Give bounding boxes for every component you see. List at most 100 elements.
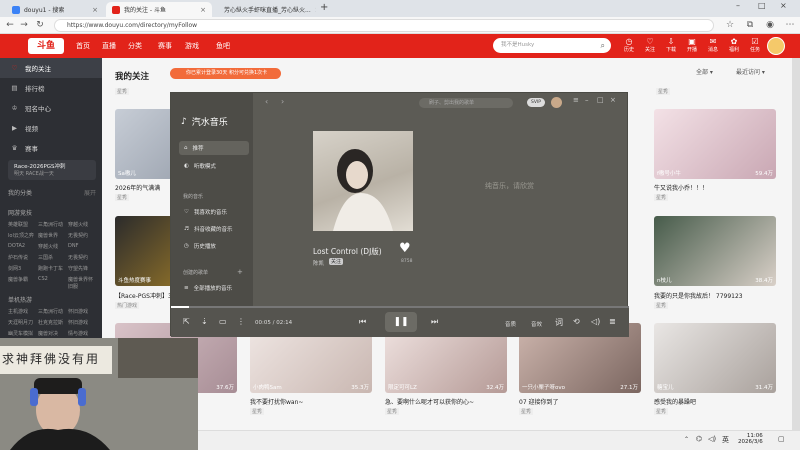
- follow-artist-button[interactable]: 关注: [329, 258, 344, 265]
- progress-track[interactable]: [171, 306, 629, 308]
- sort-dropdown[interactable]: 最近访问 ▾: [736, 67, 765, 76]
- share-icon[interactable]: ⇱: [183, 317, 190, 326]
- sidebar-promo[interactable]: Race-2026PGS冲刺 明天 RACE战一天: [8, 160, 96, 180]
- game-category-link[interactable]: lol云顶之弈: [8, 232, 36, 239]
- player-close-icon[interactable]: ×: [610, 96, 616, 104]
- follow-button[interactable]: ♡ 关注: [641, 37, 659, 54]
- broadcast-button[interactable]: ▣ 开播: [683, 37, 701, 54]
- player-nav-recommend[interactable]: ⌂ 推荐: [179, 141, 249, 155]
- sidebar-item-follow[interactable]: ♡ 我的关注: [0, 58, 102, 78]
- sidebar-item-events[interactable]: ♛ 赛事: [0, 138, 102, 158]
- game-category-link[interactable]: 魔兽世界怀旧服: [68, 276, 96, 290]
- browser-tab-search[interactable]: douyu1 - 搜索 ×: [6, 2, 104, 17]
- game-category-link[interactable]: 魔兽世界: [38, 232, 66, 239]
- vip-badge[interactable]: SVIP: [527, 98, 545, 107]
- player-avatar[interactable]: [551, 97, 562, 108]
- stream-card[interactable]: 糖宝儿 31.4万: [654, 323, 776, 393]
- game-category-link[interactable]: 魔兽争霸: [8, 276, 36, 290]
- download-button[interactable]: ⇩ 下载: [662, 37, 680, 54]
- next-track-icon[interactable]: ⏭: [431, 317, 438, 327]
- game-category-link[interactable]: 炉石传说: [8, 254, 36, 261]
- like-heart-icon[interactable]: ♥: [399, 241, 411, 256]
- reload-icon[interactable]: ↻: [34, 19, 46, 31]
- player-minimize-icon[interactable]: –: [585, 96, 589, 104]
- sidebar-item-title-center[interactable]: ♔ 冠名中心: [0, 98, 102, 118]
- game-category-link[interactable]: 情与游戏: [68, 330, 96, 337]
- add-playlist-button[interactable]: +: [237, 268, 243, 276]
- volume-icon[interactable]: ◁): [591, 317, 600, 326]
- player-nav-history[interactable]: ◷ 历史播放: [179, 239, 249, 253]
- player-maximize-icon[interactable]: □: [597, 96, 604, 104]
- game-category-link[interactable]: CS2: [38, 276, 66, 290]
- extensions-icon[interactable]: ⧉: [744, 19, 756, 31]
- douyu-search-input[interactable]: 我不是Husky ⌕: [493, 38, 611, 53]
- nav-fishbar[interactable]: 鱼吧: [216, 41, 230, 51]
- notification-icon[interactable]: ▢: [778, 435, 785, 443]
- favorites-icon[interactable]: ☆: [724, 19, 736, 31]
- minimize-window-icon[interactable]: –: [736, 1, 740, 10]
- douyu-logo[interactable]: 斗鱼: [28, 38, 64, 54]
- repeat-icon[interactable]: ⟲: [573, 317, 580, 326]
- game-category-link[interactable]: 三角洲行动: [38, 221, 66, 228]
- sidebar-item-video[interactable]: ▶ 视频: [0, 118, 102, 138]
- download-icon[interactable]: ⇣: [201, 317, 208, 326]
- player-menu-icon[interactable]: ≡: [573, 96, 579, 104]
- comment-icon[interactable]: ▭: [219, 317, 227, 326]
- maximize-window-icon[interactable]: □: [758, 1, 766, 10]
- game-category-link[interactable]: 幽灵车模拟: [8, 330, 36, 337]
- playlist-icon[interactable]: ≣: [609, 317, 616, 326]
- ime-indicator[interactable]: 英: [722, 435, 729, 445]
- pause-button[interactable]: ❚❚: [385, 312, 417, 332]
- game-category-link[interactable]: 穿越火线: [38, 243, 66, 250]
- game-category-link[interactable]: 杜克克拉斯: [38, 319, 66, 326]
- browser-tab-douyu-follow[interactable]: 我的关注 - 斗鱼 ×: [106, 2, 212, 17]
- close-tab-icon[interactable]: ×: [200, 6, 206, 14]
- game-category-link[interactable]: 天涯明月刀: [8, 319, 36, 326]
- browser-tab-stream[interactable]: 芳心纵火手虾咪直播_芳心纵火... ×: [214, 2, 316, 17]
- user-avatar[interactable]: [767, 37, 785, 55]
- network-icon[interactable]: ⌬: [696, 435, 702, 443]
- sidebar-item-rank[interactable]: ▤ 排行榜: [0, 78, 102, 98]
- welfare-button[interactable]: ✿ 福利: [725, 37, 743, 54]
- game-category-link[interactable]: 跑跑卡丁车: [38, 265, 66, 272]
- close-tab-icon[interactable]: ×: [92, 6, 98, 14]
- filter-dropdown[interactable]: 全部 ▾: [696, 67, 713, 76]
- game-category-link[interactable]: 三国杀: [38, 254, 66, 261]
- close-window-icon[interactable]: ×: [780, 1, 787, 10]
- new-tab-button[interactable]: +: [320, 2, 328, 13]
- login-reward-banner[interactable]: 你已累计登录30天 积分可兑换1次卡: [170, 68, 281, 79]
- game-category-link[interactable]: 无畏契约: [68, 254, 96, 261]
- page-scrollbar[interactable]: [792, 58, 800, 438]
- lyrics-icon[interactable]: 词: [555, 317, 563, 328]
- profile-icon[interactable]: ◉: [764, 19, 776, 31]
- game-category-link[interactable]: 怀旧游戏: [68, 308, 96, 315]
- stream-card[interactable]: f嗷号小牛 59.4万: [654, 109, 776, 179]
- game-category-link[interactable]: DOTA2: [8, 243, 36, 250]
- player-nav-all-played[interactable]: ≡ 全部播放的音乐: [179, 281, 249, 295]
- my-category-expand[interactable]: 展开: [84, 188, 96, 197]
- game-category-link[interactable]: 怀旧游戏: [68, 319, 96, 326]
- artist-name[interactable]: 陈凯: [313, 259, 324, 267]
- game-category-link[interactable]: 三角洲行动: [38, 308, 66, 315]
- sound-effect-button[interactable]: 音效: [531, 320, 542, 328]
- player-nav-liked[interactable]: ♡ 我喜欢的音乐: [179, 205, 249, 219]
- nav-category[interactable]: 分类: [128, 41, 142, 51]
- previous-track-icon[interactable]: ⏮: [359, 317, 366, 327]
- clock[interactable]: 11:06 2026/3/6: [738, 433, 763, 445]
- game-category-link[interactable]: 无畏契约: [68, 232, 96, 239]
- search-icon[interactable]: ⌕: [601, 38, 605, 53]
- stream-card[interactable]: n枝儿 38.4万: [654, 216, 776, 286]
- player-forward-icon[interactable]: ›: [281, 97, 284, 106]
- history-button[interactable]: ◷ 历史: [620, 37, 638, 54]
- forward-icon[interactable]: →: [18, 19, 30, 31]
- nav-games[interactable]: 游戏: [185, 41, 199, 51]
- audio-quality-button[interactable]: 音质: [505, 320, 516, 328]
- game-category-link[interactable]: 魔兽对决: [38, 330, 66, 337]
- player-back-icon[interactable]: ‹: [265, 97, 268, 106]
- game-category-link[interactable]: 主机游戏: [8, 308, 36, 315]
- player-search-input[interactable]: 刷子、剪出我的歌单: [419, 98, 513, 108]
- nav-home[interactable]: 首页: [76, 41, 90, 51]
- game-category-link[interactable]: 穿越火线: [68, 221, 96, 228]
- tray-up-icon[interactable]: ⌃: [684, 436, 689, 443]
- more-menu-icon[interactable]: ⋯: [784, 19, 796, 31]
